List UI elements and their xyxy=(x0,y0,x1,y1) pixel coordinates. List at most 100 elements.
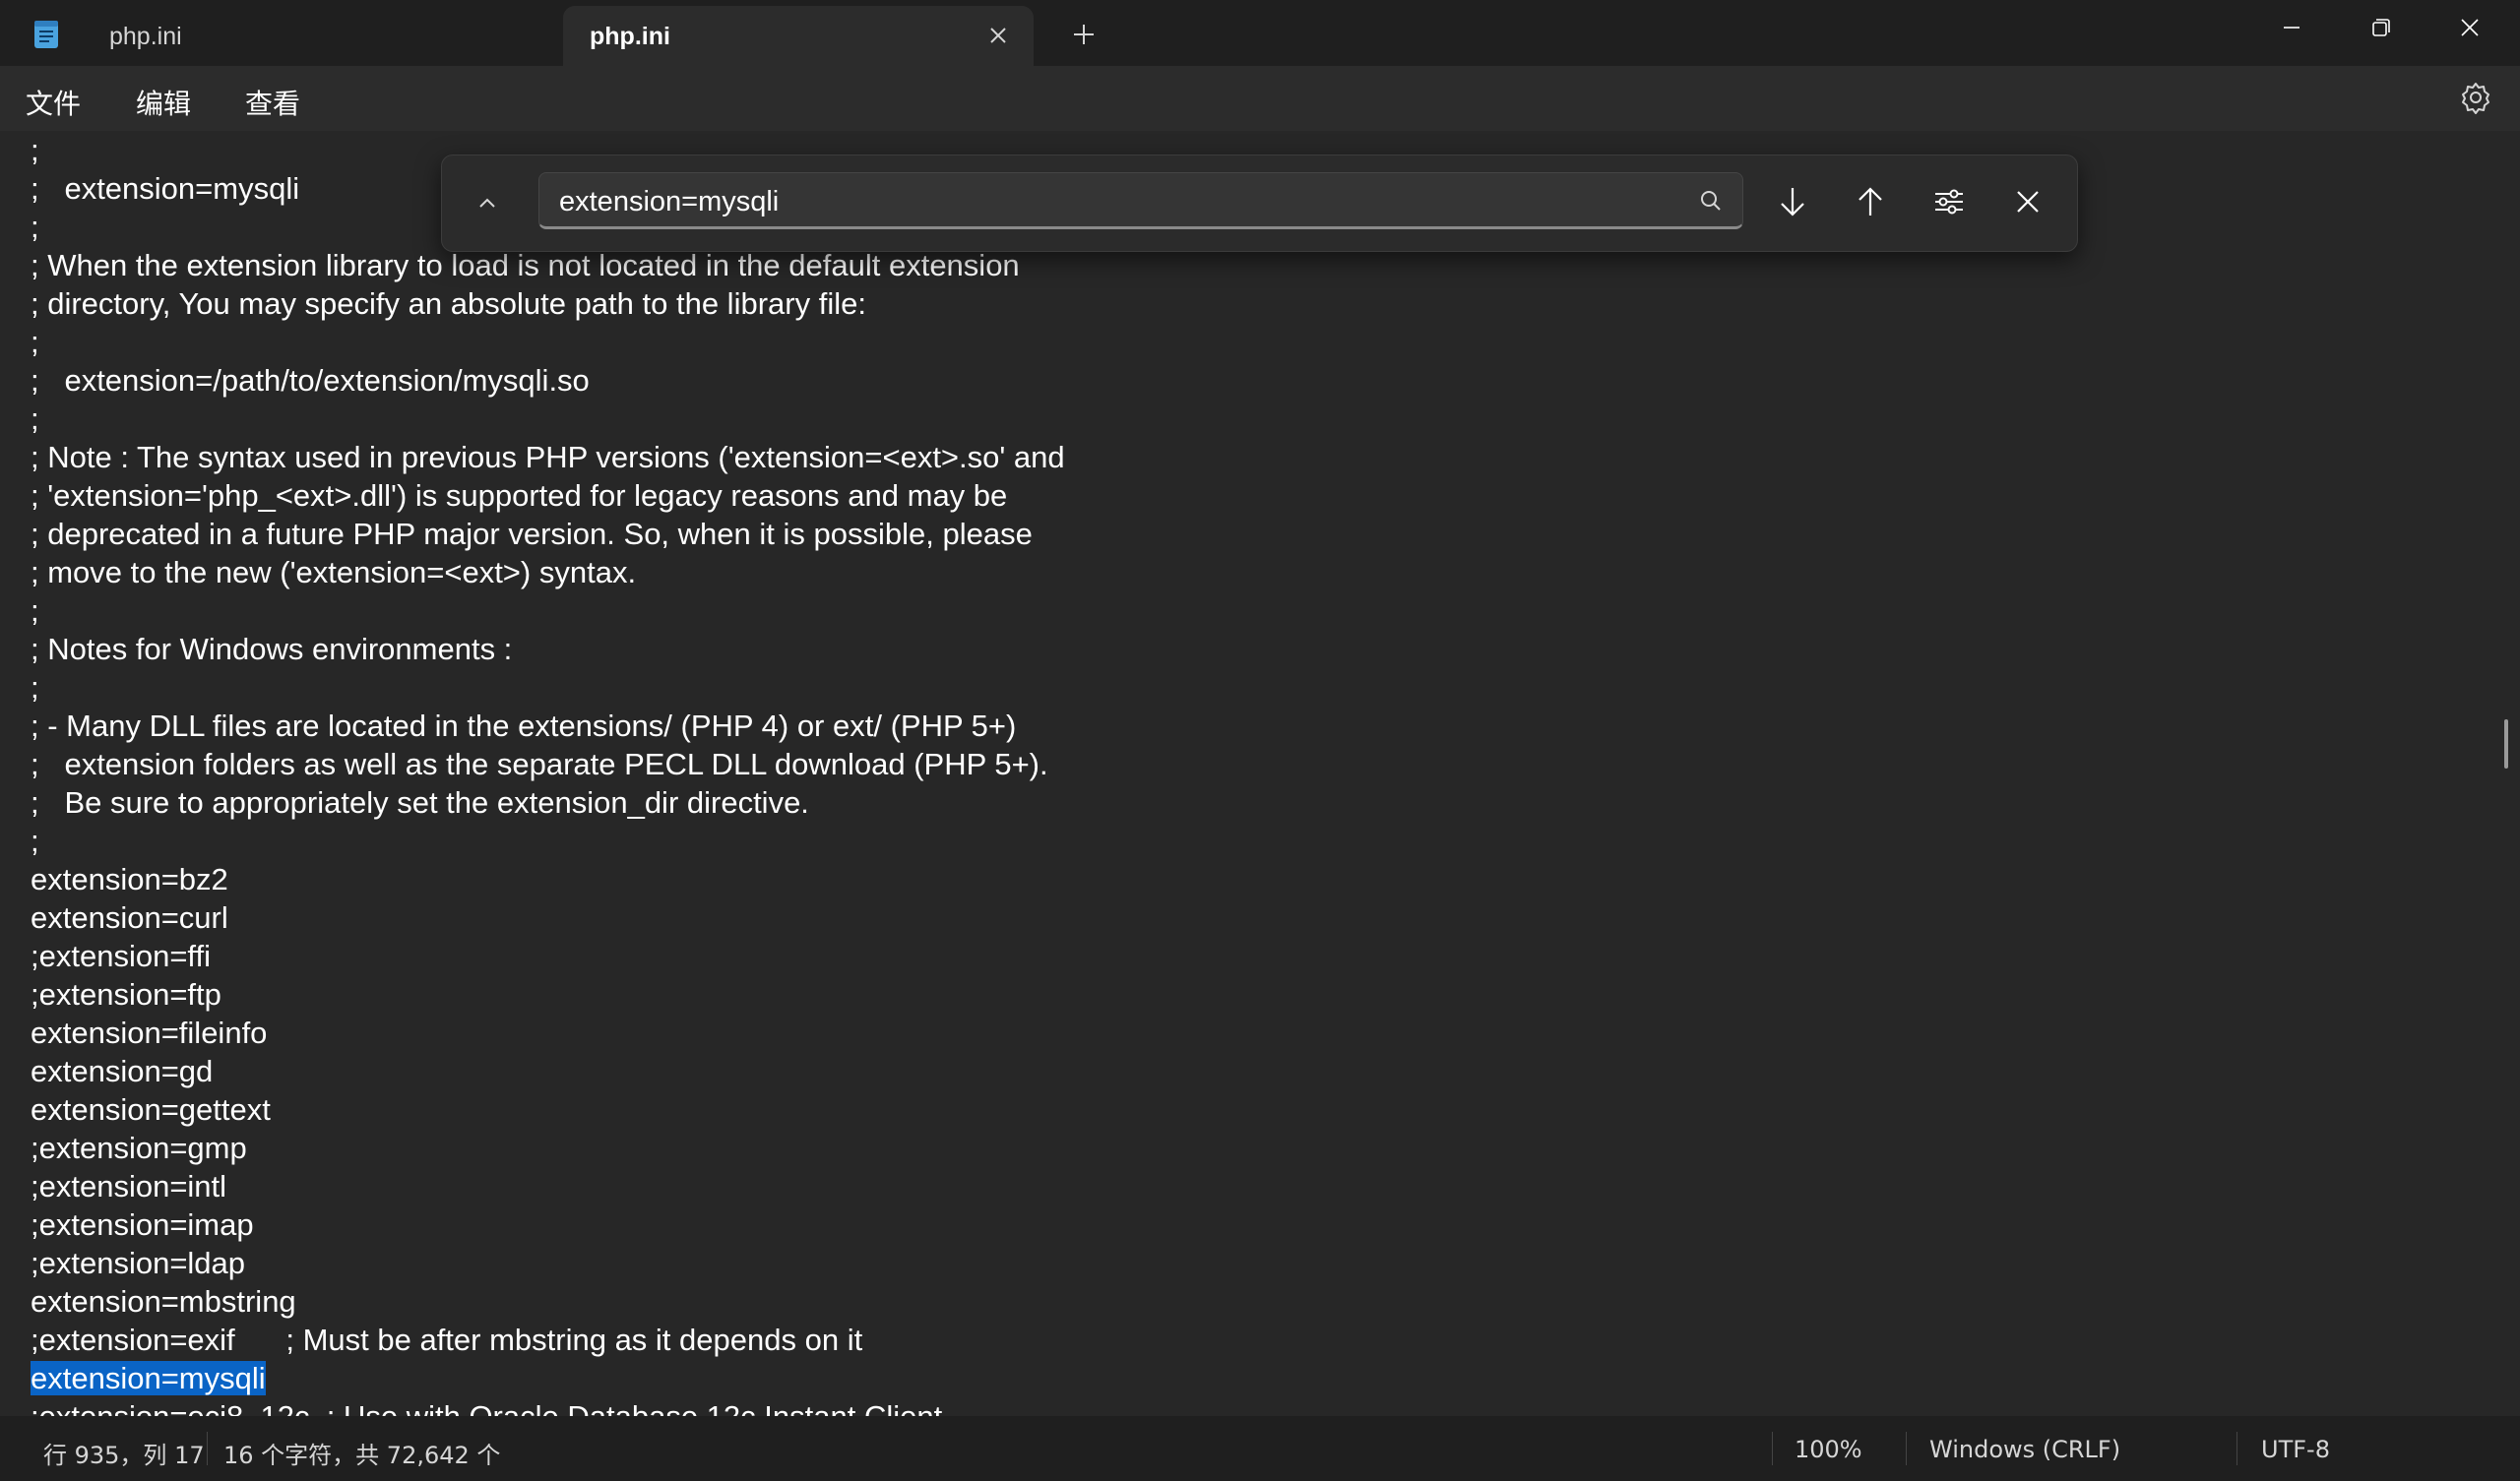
editor-line: extension=mysqli xyxy=(31,1359,1065,1397)
line-text: ; extension folders as well as the separ… xyxy=(31,747,1048,781)
selected-search-match: extension=mysqli xyxy=(31,1361,266,1395)
line-text: ;extension=exif ; Must be after mbstring… xyxy=(31,1323,863,1357)
scrollbar-thumb[interactable] xyxy=(2504,719,2508,769)
close-find-icon[interactable] xyxy=(2005,179,2050,224)
line-text: ; xyxy=(31,325,39,359)
find-panel: extension=mysqli xyxy=(441,154,2078,252)
editor-line: ;extension=imap xyxy=(31,1205,1065,1244)
editor-line: ; 'extension='php_<ext>.dll') is support… xyxy=(31,476,1065,515)
editor-line: ; deprecated in a future PHP major versi… xyxy=(31,515,1065,553)
editor-line: ;extension=exif ; Must be after mbstring… xyxy=(31,1321,1065,1359)
line-text: ;extension=ldap xyxy=(31,1246,246,1280)
line-text: ; When the extension library to load is … xyxy=(31,248,1020,282)
line-text: ;extension=oci8_12c ; Use with Oracle Da… xyxy=(31,1399,942,1416)
line-text: extension=bz2 xyxy=(31,862,228,896)
line-text: ; xyxy=(31,824,39,858)
line-text: ;extension=ftp xyxy=(31,977,221,1012)
notepad-app-icon xyxy=(34,21,58,48)
find-query: extension=mysqli xyxy=(559,186,780,217)
line-text: extension=gettext xyxy=(31,1092,271,1127)
editor-line: ; Notes for Windows environments : xyxy=(31,630,1065,668)
line-text: ; xyxy=(31,133,39,167)
editor-line: extension=gettext xyxy=(31,1090,1065,1129)
minimize-icon[interactable] xyxy=(2267,10,2316,49)
chevron-up-icon[interactable] xyxy=(470,185,505,220)
line-text: ;extension=imap xyxy=(31,1207,254,1242)
new-tab-plus-icon[interactable] xyxy=(1069,20,1099,49)
line-text: ;extension=intl xyxy=(31,1169,227,1203)
tab-label: php.ini xyxy=(590,23,670,50)
editor-line: ; xyxy=(31,400,1065,438)
menu-edit[interactable]: 编辑 xyxy=(136,83,191,122)
tab-php-ini-1[interactable]: php.ini xyxy=(83,6,561,66)
tab-label: php.ini xyxy=(109,23,182,50)
line-text: extension=curl xyxy=(31,900,228,935)
close-tab-icon[interactable] xyxy=(984,22,1012,49)
find-previous-arrow-up-icon[interactable] xyxy=(1848,179,1893,224)
line-text: ;extension=gmp xyxy=(31,1131,247,1165)
restore-icon[interactable] xyxy=(2356,10,2405,49)
line-text: ; extension=/path/to/extension/mysqli.so xyxy=(31,363,590,398)
tab-php-ini-2[interactable]: php.ini xyxy=(563,6,1034,66)
line-text: ; extension=mysqli xyxy=(31,171,300,206)
line-text: ; Notes for Windows environments : xyxy=(31,632,513,666)
line-text: ; - Many DLL files are located in the ex… xyxy=(31,709,1017,743)
menu-bar: 文件 编辑 查看 xyxy=(0,66,2520,131)
editor-line: ;extension=ftp xyxy=(31,975,1065,1014)
editor-line: ; extension=/path/to/extension/mysqli.so xyxy=(31,361,1065,400)
search-options-sliders-icon[interactable] xyxy=(1926,179,1972,224)
editor-line: ;extension=ffi xyxy=(31,937,1065,975)
editor-line: extension=mbstring xyxy=(31,1282,1065,1321)
line-text: ; xyxy=(31,593,39,628)
editor-line: ; xyxy=(31,591,1065,630)
search-icon[interactable] xyxy=(1697,187,1725,215)
encoding[interactable]: UTF-8 xyxy=(2261,1436,2330,1463)
line-text: extension=mbstring xyxy=(31,1284,296,1319)
status-divider xyxy=(1772,1432,1773,1465)
editor-line: ;extension=intl xyxy=(31,1167,1065,1205)
line-ending[interactable]: Windows (CRLF) xyxy=(1929,1436,2120,1463)
editor-line: ; move to the new ('extension=<ext>) syn… xyxy=(31,553,1065,591)
line-text: ; xyxy=(31,670,39,705)
line-text: extension=fileinfo xyxy=(31,1016,268,1050)
line-text: ; Note : The syntax used in previous PHP… xyxy=(31,440,1065,474)
selection-count: 16 个字符，共 72,642 个 xyxy=(223,1442,501,1469)
line-text: ; 'extension='php_<ext>.dll') is support… xyxy=(31,478,1008,513)
close-window-icon[interactable] xyxy=(2445,10,2494,49)
status-bar: 行 935，列 17 16 个字符，共 72,642 个 100% Window… xyxy=(0,1416,2520,1481)
line-text: ; directory, You may specify an absolute… xyxy=(31,286,866,321)
editor-line: ; Be sure to appropriately set the exten… xyxy=(31,783,1065,822)
status-divider xyxy=(207,1432,208,1465)
editor-line: ; xyxy=(31,668,1065,707)
menu-view[interactable]: 查看 xyxy=(245,83,300,122)
editor-line: extension=fileinfo xyxy=(31,1014,1065,1052)
editor-line: ; Note : The syntax used in previous PHP… xyxy=(31,438,1065,476)
line-text: ;extension=ffi xyxy=(31,939,211,973)
editor-line: ; xyxy=(31,822,1065,860)
editor-line: ;extension=gmp xyxy=(31,1129,1065,1167)
editor-line: ;extension=oci8_12c ; Use with Oracle Da… xyxy=(31,1397,1065,1416)
editor-line: ; extension folders as well as the separ… xyxy=(31,745,1065,783)
line-text: ; xyxy=(31,210,39,244)
find-next-arrow-down-icon[interactable] xyxy=(1770,179,1815,224)
line-text: ; Be sure to appropriately set the exten… xyxy=(31,785,809,820)
line-text: ; xyxy=(31,401,39,436)
editor-lines: ;; extension=mysqli;; When the extension… xyxy=(31,131,1065,1416)
editor-line: ;extension=ldap xyxy=(31,1244,1065,1282)
editor-line: extension=bz2 xyxy=(31,860,1065,898)
find-input[interactable]: extension=mysqli xyxy=(538,172,1743,229)
title-bar: php.ini php.ini xyxy=(0,0,2520,66)
editor-line: ; xyxy=(31,323,1065,361)
menu-file[interactable]: 文件 xyxy=(26,83,81,122)
editor-line: ; directory, You may specify an absolute… xyxy=(31,284,1065,323)
gear-icon[interactable] xyxy=(2458,80,2493,115)
line-text: ; deprecated in a future PHP major versi… xyxy=(31,517,1033,551)
status-divider xyxy=(1906,1432,1907,1465)
zoom-level[interactable]: 100% xyxy=(1795,1436,1862,1463)
line-text: extension=gd xyxy=(31,1054,214,1088)
text-editor[interactable]: ;; extension=mysqli;; When the extension… xyxy=(0,131,2520,1416)
status-divider xyxy=(2236,1432,2237,1465)
editor-line: extension=gd xyxy=(31,1052,1065,1090)
cursor-position: 行 935，列 17 xyxy=(43,1442,205,1469)
editor-line: extension=curl xyxy=(31,898,1065,937)
